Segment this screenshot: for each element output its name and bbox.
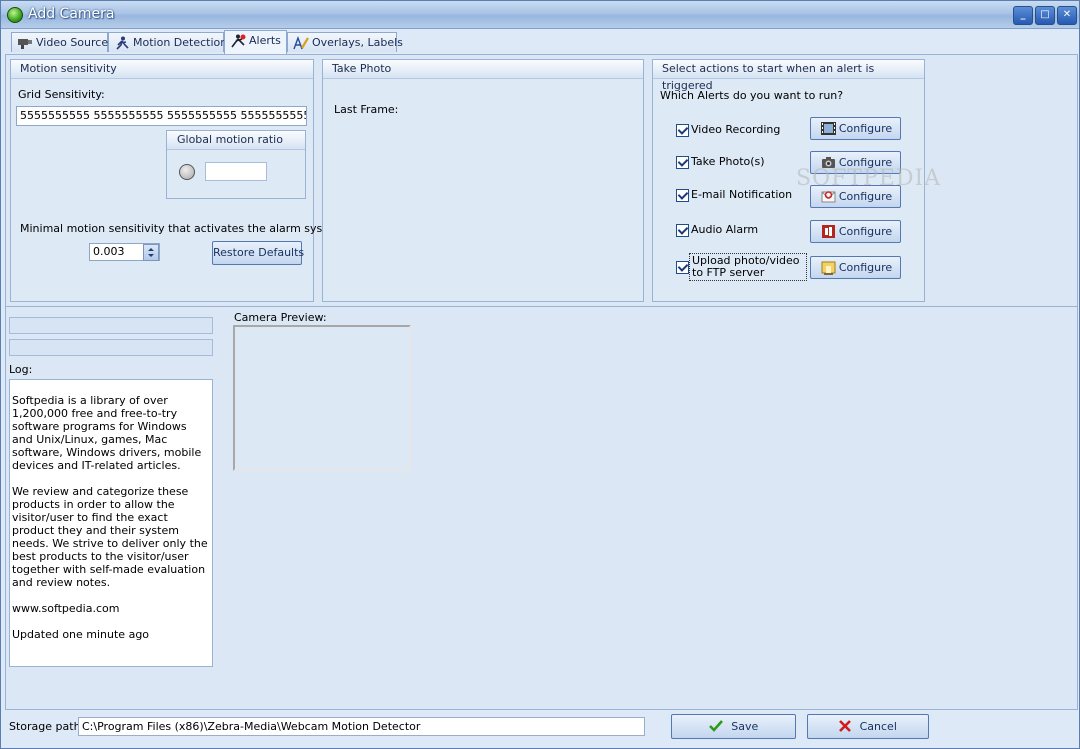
tab-overlays-labels[interactable]: Overlays, Labels [287,32,403,52]
take-photo-group: Take Photo Last Frame: [322,59,644,302]
global-motion-ratio-group: Global motion ratio [166,130,306,199]
take-photos-checkbox[interactable] [676,156,689,169]
alerts-icon [231,34,246,48]
sensitivity-spin-buttons[interactable] [143,244,159,261]
log-paragraph: We review and categorize these products … [12,485,208,589]
motion-sensitivity-group: Motion sensitivity Grid Sensitivity: 555… [10,59,348,302]
tab-alerts[interactable]: Alerts [224,30,287,54]
email-notification-label: E-mail Notification [691,188,793,201]
save-button[interactable]: Save [671,714,796,739]
minimal-sensitivity-label: Minimal motion sensitivity that activate… [20,222,348,235]
camera-preview-label: Camera Preview: [234,311,327,324]
checkmark-icon [708,720,723,732]
status-bar-1 [9,317,213,334]
status-bar-2 [9,339,213,356]
title-bar: Add Camera _ □ ✕ [1,1,1079,29]
log-updated: Updated one minute ago [12,628,150,641]
tab-motion-detection[interactable]: Motion Detection [108,32,227,52]
audio-alarm-configure-button[interactable]: Configure [810,220,901,243]
storage-path-label: Storage path: [9,720,85,733]
alert-actions-header: Select actions to start when an alert is… [653,60,924,92]
alerts-question-label: Which Alerts do you want to run? [660,89,844,102]
spin-arrows-icon [148,248,154,257]
audio-alarm-checkbox[interactable] [676,224,689,237]
section-divider [6,306,1077,307]
minimize-button[interactable]: _ [1013,6,1033,25]
restore-defaults-button[interactable]: Restore Defaults [212,241,304,265]
maximize-button[interactable]: □ [1035,6,1055,25]
close-button[interactable]: ✕ [1057,6,1077,25]
ftp-upload-checkbox[interactable] [676,261,689,274]
ftp-upload-configure-button[interactable]: Configure [810,256,901,279]
email-icon [821,191,836,203]
add-camera-window: Add Camera _ □ ✕ Video Source Motion Det… [0,0,1080,749]
global-motion-ratio-field [205,162,267,181]
email-notification-checkbox[interactable] [676,189,689,202]
motion-detection-icon [116,36,129,50]
film-icon [821,122,836,135]
motion-sensitivity-header: Motion sensitivity [11,60,313,79]
audio-icon [822,225,835,238]
camera-preview-area [233,325,411,471]
cancel-x-icon [839,720,852,732]
softpedia-watermark: SOFTPEDIA [796,166,942,191]
tab-video-source[interactable]: Video Source [11,32,108,52]
video-recording-label: Video Recording [691,123,781,136]
app-icon [7,7,23,23]
window-title: Add Camera [28,6,115,22]
storage-path-input[interactable]: C:\Program Files (x86)\Zebra-Media\Webca… [78,717,645,736]
alerts-tab-content: Motion sensitivity Grid Sensitivity: 555… [5,54,1078,710]
video-recording-checkbox[interactable] [676,124,689,137]
overlays-icon [293,36,309,50]
grid-sensitivity-label: Grid Sensitivity: [18,88,105,101]
ftp-icon [821,261,836,275]
video-recording-configure-button[interactable]: Configure [810,117,901,140]
take-photos-label: Take Photo(s) [691,155,765,168]
log-website: www.softpedia.com [12,602,120,615]
motion-indicator [179,164,195,180]
log-paragraph: Softpedia is a library of over 1,200,000… [12,394,202,472]
ftp-upload-label: Upload photo/video to FTP server [689,253,807,281]
grid-sensitivity-input[interactable]: 5555555555 5555555555 5555555555 5555555… [16,106,307,126]
audio-alarm-label: Audio Alarm [691,223,759,236]
global-motion-ratio-header: Global motion ratio [167,131,305,150]
last-frame-label: Last Frame: [334,103,399,116]
log-box[interactable]: Softpedia is a library of over 1,200,000… [9,379,213,667]
take-photo-header: Take Photo [323,60,643,79]
cancel-button[interactable]: Cancel [807,714,929,739]
video-source-icon [18,39,32,49]
log-label: Log: [9,363,33,376]
